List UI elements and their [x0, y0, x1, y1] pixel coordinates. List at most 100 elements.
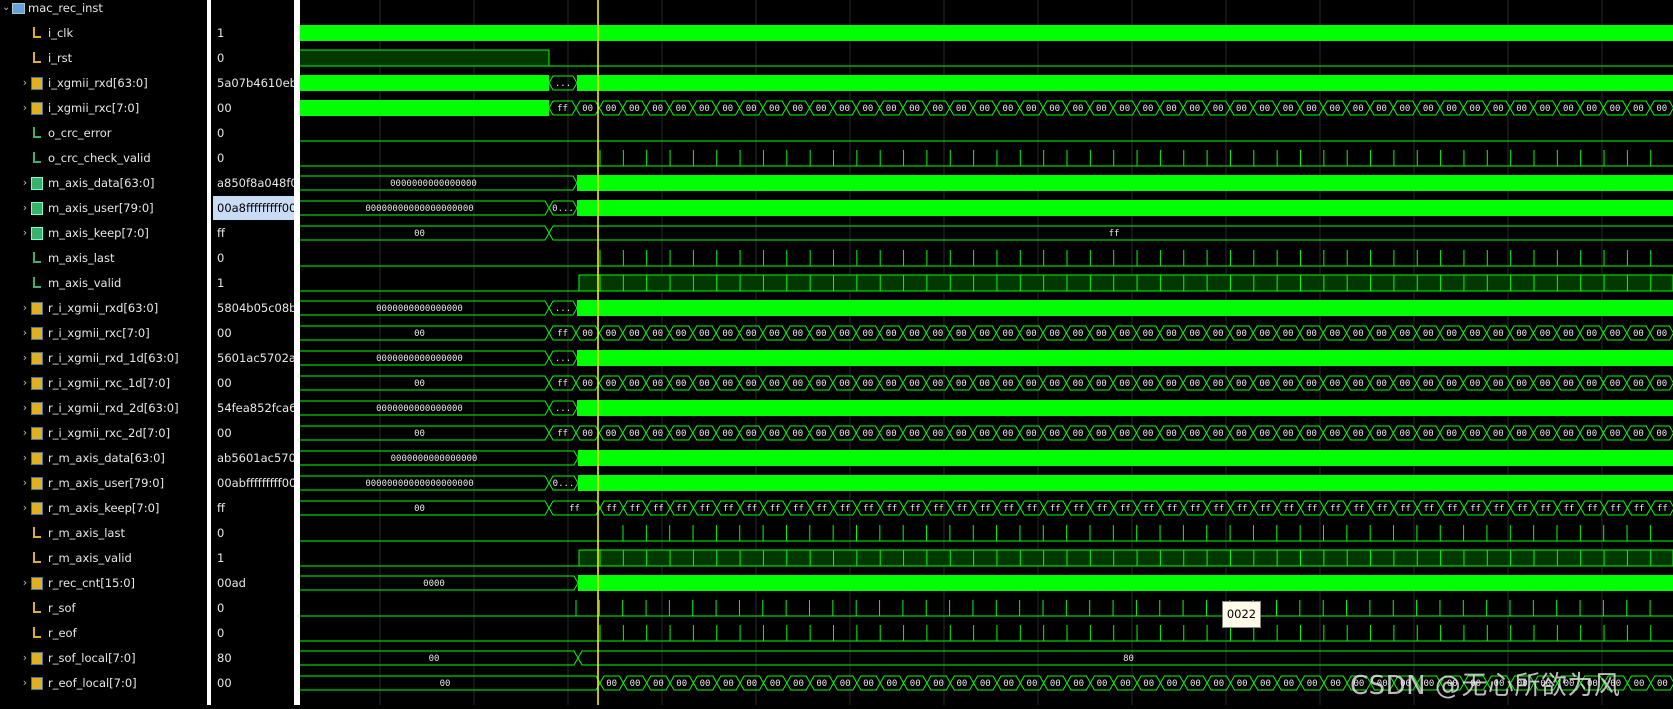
signal-row[interactable]: › r_i_xgmii_rxd_2d[63:0]	[0, 396, 207, 420]
chevron-right-icon[interactable]: ›	[20, 646, 30, 670]
signal-row[interactable]: i_rst	[0, 46, 207, 70]
chevron-right-icon[interactable]: ›	[20, 96, 30, 120]
signal-value[interactable]: 0	[217, 121, 294, 145]
signal-value[interactable]: ab5601ac5702	[217, 446, 294, 470]
wave-label: 00	[1003, 679, 1014, 689]
reg-bit-icon	[33, 627, 41, 638]
chevron-right-icon[interactable]: ›	[20, 71, 30, 95]
wave-label: 00	[1143, 379, 1154, 389]
wave-label: 00	[1563, 379, 1574, 389]
signal-row[interactable]: › r_rec_cnt[15:0]	[0, 571, 207, 595]
wave-label: 00	[1376, 329, 1387, 339]
waveform-svg[interactable]: ...ff 00 00 00 00 00 00 00 00 00 00 00 00 00 00 00 00 00 0…	[285, 0, 1673, 705]
signal-value[interactable]: 0	[217, 246, 294, 270]
signal-row[interactable]: › r_m_axis_keep[7:0]	[0, 496, 207, 520]
wave-label: 00	[1634, 679, 1645, 689]
signal-value[interactable]: 5804b05c08b4	[217, 296, 294, 320]
input-bus-icon	[31, 77, 43, 90]
signal-row[interactable]: r_sof	[0, 596, 207, 620]
wave-label: 00	[1003, 329, 1014, 339]
chevron-right-icon[interactable]: ›	[20, 571, 30, 595]
signal-value[interactable]: 0	[217, 521, 294, 545]
wave-label: 00	[1563, 104, 1574, 114]
chevron-right-icon[interactable]: ›	[20, 396, 30, 420]
signal-value[interactable]: 00	[217, 421, 294, 445]
signal-value[interactable]: ff	[217, 221, 294, 245]
chevron-right-icon[interactable]: ›	[20, 371, 30, 395]
signal-row[interactable]: › r_i_xgmii_rxc_1d[7:0]	[0, 371, 207, 395]
wave-label: 00	[1470, 429, 1481, 439]
signal-row[interactable]: m_axis_last	[0, 246, 207, 270]
chevron-right-icon[interactable]: ›	[20, 196, 30, 220]
wave-label: 00	[792, 429, 803, 439]
wave-busy-bar	[290, 75, 549, 91]
wave-label: 00	[746, 379, 757, 389]
wave-label: 0000000000000000	[376, 404, 463, 414]
signal-row[interactable]: › r_eof_local[7:0]	[0, 671, 207, 695]
signal-row[interactable]: r_m_axis_valid	[0, 546, 207, 570]
chevron-down-icon[interactable]: ⌄	[2, 0, 10, 20]
signal-row[interactable]: › r_sof_local[7:0]	[0, 646, 207, 670]
scope-row[interactable]: ⌄ mac_rec_inst	[0, 0, 207, 20]
wave-label: 00	[979, 429, 990, 439]
signal-value[interactable]: 54fea852fca65	[217, 396, 294, 420]
signal-row[interactable]: m_axis_valid	[0, 271, 207, 295]
signal-value[interactable]: ff	[217, 496, 294, 520]
chevron-right-icon[interactable]: ›	[20, 296, 30, 320]
signal-row[interactable]: o_crc_error	[0, 121, 207, 145]
signal-value[interactable]: a850f8a048f09	[217, 171, 294, 195]
signal-value[interactable]: 1	[217, 21, 294, 45]
reg-bus-icon	[31, 652, 43, 665]
signal-row[interactable]: › r_m_axis_user[79:0]	[0, 471, 207, 495]
signal-row[interactable]: i_clk	[0, 21, 207, 45]
signal-row[interactable]: › m_axis_user[79:0]	[0, 196, 207, 220]
chevron-right-icon[interactable]: ›	[20, 346, 30, 370]
signal-row[interactable]: r_eof	[0, 621, 207, 645]
signal-value[interactable]: 0	[217, 596, 294, 620]
signal-value[interactable]: 0	[217, 146, 294, 170]
signal-value[interactable]: 00	[217, 671, 294, 695]
chevron-right-icon[interactable]: ›	[20, 471, 30, 495]
signal-value[interactable]: 5601ac5702ac	[217, 346, 294, 370]
chevron-right-icon[interactable]: ›	[20, 496, 30, 520]
signal-row[interactable]: o_crc_check_valid	[0, 146, 207, 170]
signal-row[interactable]: › r_m_axis_data[63:0]	[0, 446, 207, 470]
signal-value[interactable]: 1	[217, 546, 294, 570]
wave-label: 00	[630, 679, 641, 689]
signal-value[interactable]: 80	[217, 646, 294, 670]
signal-value[interactable]: 1	[217, 271, 294, 295]
signal-value[interactable]: 00	[217, 96, 294, 120]
signal-row[interactable]: r_m_axis_last	[0, 521, 207, 545]
signal-row[interactable]: › r_i_xgmii_rxc_2d[7:0]	[0, 421, 207, 445]
signal-value[interactable]: 5a07b4610ebb	[217, 71, 294, 95]
wave-label: ff	[1494, 504, 1505, 514]
wave-label: 00	[933, 679, 944, 689]
signal-value[interactable]: 00a8fffffffff008	[213, 196, 294, 220]
wave-label: 00	[1330, 679, 1341, 689]
signal-value[interactable]: 0	[217, 46, 294, 70]
signal-value[interactable]: 00	[217, 371, 294, 395]
signal-value[interactable]: 00ad	[217, 571, 294, 595]
chevron-right-icon[interactable]: ›	[20, 171, 30, 195]
wave-label: 00	[700, 679, 711, 689]
signal-row[interactable]: › i_xgmii_rxc[7:0]	[0, 96, 207, 120]
chevron-right-icon[interactable]: ›	[20, 446, 30, 470]
signal-row[interactable]: › i_xgmii_rxd[63:0]	[0, 71, 207, 95]
signal-value[interactable]: 00abfffffffff008	[217, 471, 294, 495]
chevron-right-icon[interactable]: ›	[20, 671, 30, 695]
chevron-right-icon[interactable]: ›	[20, 321, 30, 345]
signal-row[interactable]: › r_i_xgmii_rxd[63:0]	[0, 296, 207, 320]
signal-value[interactable]: 00	[217, 321, 294, 345]
waveform-canvas[interactable]: ... ff 00 00 00 00 00 00 00 00 00 00 00 00 00 00 00 00 00 0…	[285, 0, 1673, 705]
wave-label: 00	[1237, 679, 1248, 689]
signal-row[interactable]: › m_axis_keep[7:0]	[0, 221, 207, 245]
signal-row[interactable]: › m_axis_data[63:0]	[0, 171, 207, 195]
chevron-right-icon[interactable]: ›	[20, 221, 30, 245]
chevron-right-icon[interactable]: ›	[20, 421, 30, 445]
wave-label: ff	[1003, 504, 1014, 514]
signal-value[interactable]: 0	[217, 621, 294, 645]
signal-row[interactable]: › r_i_xgmii_rxc[7:0]	[0, 321, 207, 345]
signal-row[interactable]: › r_i_xgmii_rxd_1d[63:0]	[0, 346, 207, 370]
wave-label: 00	[1096, 429, 1107, 439]
wave-label: ff	[1330, 504, 1341, 514]
